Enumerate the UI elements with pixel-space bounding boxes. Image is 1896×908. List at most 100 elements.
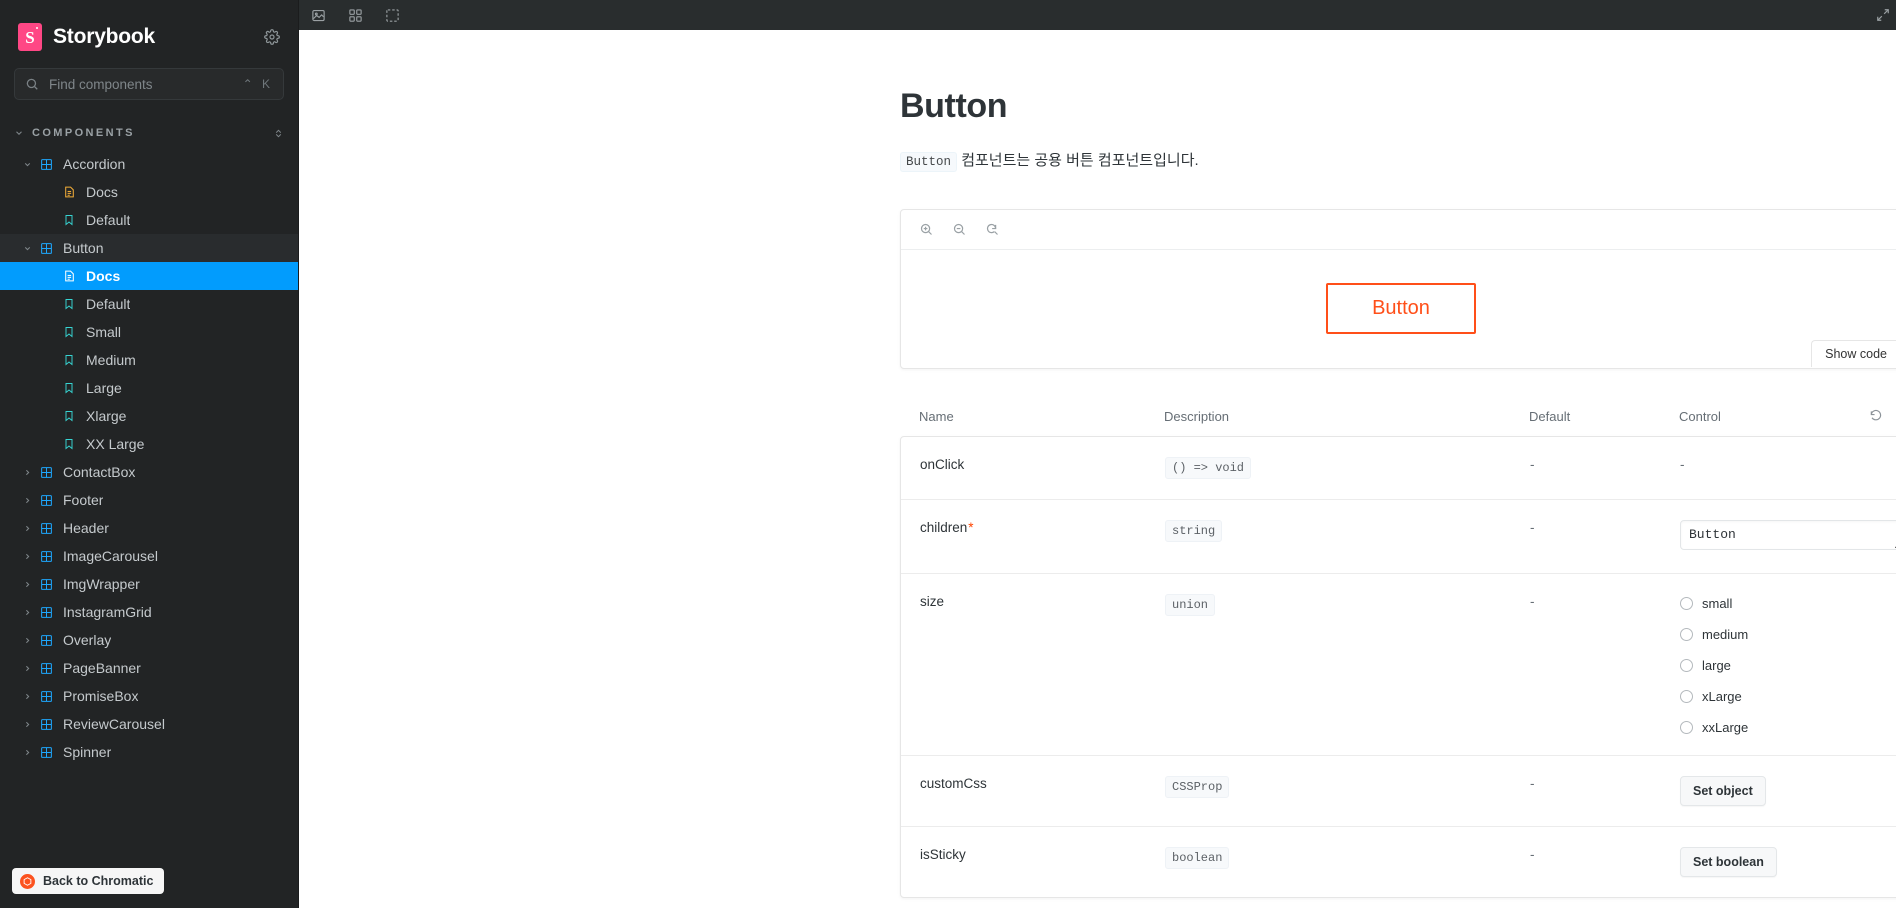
sidebar-item-docs[interactable]: Docs <box>0 262 298 290</box>
args-row-onClick: onClick () => void - - <box>901 437 1896 500</box>
radio-option-xxLarge[interactable]: xxLarge <box>1680 720 1852 735</box>
sidebar-item-label: Large <box>86 380 122 396</box>
sidebar-item-pagebanner[interactable]: PageBanner <box>0 654 298 682</box>
chevron-right-icon <box>20 496 34 505</box>
sidebar-item-xx-large[interactable]: XX Large <box>0 430 298 458</box>
arg-description: union <box>1165 593 1530 616</box>
show-code-button[interactable]: Show code <box>1811 339 1896 367</box>
storybook-app: S Storybook ⌃ K <box>0 0 1896 908</box>
radio-circle-icon <box>1680 627 1693 641</box>
arg-default: - <box>1530 519 1535 535</box>
story-bookmark-icon <box>61 212 77 228</box>
sidebar-item-spinner[interactable]: Spinner <box>0 738 298 766</box>
children-textarea-control[interactable] <box>1680 519 1896 550</box>
component-grid-icon <box>38 520 54 536</box>
docs-page-icon <box>61 268 77 284</box>
back-to-chromatic-button[interactable]: Back to Chromatic <box>12 868 165 894</box>
arg-name-label: isSticky <box>920 846 966 862</box>
chevron-right-icon <box>20 664 34 673</box>
arg-description: string <box>1165 519 1530 542</box>
column-header-name: Name <box>919 408 954 424</box>
measure-outline-icon[interactable] <box>385 8 400 23</box>
sidebar-item-label: Spinner <box>63 744 112 760</box>
chevron-down-icon <box>14 128 24 138</box>
arg-name-label: size <box>920 593 945 609</box>
grid-component-icon[interactable] <box>348 8 363 23</box>
sidebar-item-large[interactable]: Large <box>0 374 298 402</box>
gear-icon[interactable] <box>264 29 280 45</box>
sidebar-item-docs[interactable]: Docs <box>0 178 298 206</box>
expand-icon[interactable] <box>1876 8 1890 22</box>
sidebar-item-label: Docs <box>86 184 118 200</box>
chevron-right-icon <box>20 580 34 589</box>
sidebar-item-default[interactable]: Default <box>0 206 298 234</box>
arg-name: customCss <box>920 776 1165 791</box>
arg-control: Set object <box>1680 775 1852 806</box>
sidebar-item-accordion[interactable]: Accordion <box>0 150 298 178</box>
arg-default: - <box>1530 775 1535 791</box>
sidebar-item-default[interactable]: Default <box>0 290 298 318</box>
sidebar-item-imgwrapper[interactable]: ImgWrapper <box>0 570 298 598</box>
radio-circle-icon <box>1680 596 1693 610</box>
chevron-right-icon <box>20 636 34 645</box>
sidebar-item-label: Footer <box>63 492 104 508</box>
docs-scroll-region[interactable]: Button Button 컴포넌트는 공용 버튼 컴포넌트입니다. Butto… <box>299 30 1896 908</box>
search-icon <box>25 77 39 91</box>
radio-option-medium[interactable]: medium <box>1680 627 1852 642</box>
sidebar-item-label: Small <box>86 324 122 340</box>
search-box[interactable]: ⌃ K <box>14 68 284 100</box>
radio-option-xLarge[interactable]: xLarge <box>1680 689 1852 704</box>
sidebar-item-overlay[interactable]: Overlay <box>0 626 298 654</box>
sidebar-item-header[interactable]: Header <box>0 514 298 542</box>
set-customcss-button[interactable]: Set object <box>1680 775 1766 806</box>
search-input[interactable] <box>47 75 235 93</box>
sidebar-item-footer[interactable]: Footer <box>0 486 298 514</box>
back-to-chromatic-label: Back to Chromatic <box>43 874 154 888</box>
radio-option-small[interactable]: small <box>1680 596 1852 611</box>
sidebar-item-label: XX Large <box>86 436 145 452</box>
sidebar-item-label: PromiseBox <box>63 688 139 704</box>
sidebar-item-label: InstagramGrid <box>63 604 152 620</box>
canvas-toolbar <box>299 0 1896 30</box>
sidebar-item-small[interactable]: Small <box>0 318 298 346</box>
chevron-right-icon <box>20 468 34 477</box>
rendered-button-component[interactable]: Button <box>1326 283 1476 335</box>
sidebar-item-button[interactable]: Button <box>0 234 298 262</box>
arg-control: - <box>1680 457 1852 472</box>
sidebar-item-medium[interactable]: Medium <box>0 346 298 374</box>
component-grid-icon <box>38 632 54 648</box>
expand-collapse-icon[interactable] <box>273 127 284 140</box>
image-snapshot-icon[interactable] <box>311 8 326 23</box>
main-area: Button Button 컴포넌트는 공용 버튼 컴포넌트입니다. Butto… <box>299 0 1896 908</box>
story-bookmark-icon <box>61 380 77 396</box>
story-preview: Button Show code <box>900 208 1896 369</box>
component-grid-icon <box>38 548 54 564</box>
sidebar-item-promisebox[interactable]: PromiseBox <box>0 682 298 710</box>
radio-option-large[interactable]: large <box>1680 658 1852 673</box>
set-issticky-button[interactable]: Set boolean <box>1680 846 1777 877</box>
sidebar-item-reviewcarousel[interactable]: ReviewCarousel <box>0 710 298 738</box>
description-code-chip: Button <box>900 151 958 172</box>
chevron-right-icon <box>20 608 34 617</box>
sidebar-item-label: ImgWrapper <box>63 576 140 592</box>
arg-control: Set boolean <box>1680 846 1852 877</box>
zoom-out-icon[interactable] <box>952 222 967 237</box>
sidebar-item-imagecarousel[interactable]: ImageCarousel <box>0 542 298 570</box>
preview-toolbar <box>901 210 1896 250</box>
sidebar-item-instagramgrid[interactable]: InstagramGrid <box>0 598 298 626</box>
sidebar: S Storybook ⌃ K <box>0 0 299 908</box>
arg-name: isSticky <box>920 847 1165 862</box>
components-section-header[interactable]: COMPONENTS <box>0 122 298 144</box>
zoom-in-icon[interactable] <box>919 222 934 237</box>
sidebar-item-label: Default <box>86 212 131 228</box>
component-grid-icon <box>38 744 54 760</box>
arg-type-chip: () => void <box>1165 456 1252 479</box>
story-bookmark-icon <box>61 324 77 340</box>
sidebar-item-xlarge[interactable]: Xlarge <box>0 402 298 430</box>
reset-controls-icon[interactable] <box>1853 409 1883 423</box>
component-grid-icon <box>38 604 54 620</box>
docs-page-icon <box>61 184 77 200</box>
sidebar-item-label: PageBanner <box>63 660 141 676</box>
sidebar-item-contactbox[interactable]: ContactBox <box>0 458 298 486</box>
zoom-reset-icon[interactable] <box>985 222 1000 237</box>
